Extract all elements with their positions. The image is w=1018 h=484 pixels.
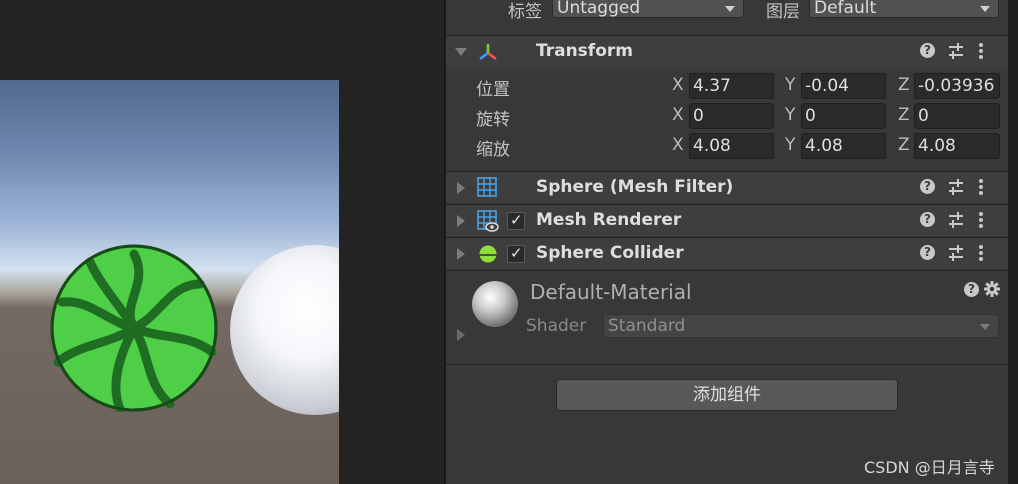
- add-component-button[interactable]: 添加组件: [556, 379, 898, 411]
- kebab-menu-icon[interactable]: [978, 178, 984, 196]
- checkmark-icon: ✓: [510, 244, 523, 262]
- foldout-arrow-icon[interactable]: [455, 48, 467, 56]
- component-header-icons: ?: [920, 41, 1000, 63]
- chevron-down-icon: [980, 6, 990, 12]
- mesh-renderer-enabled-checkbox[interactable]: ✓: [507, 211, 525, 230]
- divider: [446, 364, 1010, 365]
- axis-z-label[interactable]: Z: [898, 135, 910, 155]
- position-x-field[interactable]: 4.37: [689, 73, 774, 99]
- shader-label: Shader: [526, 316, 587, 336]
- mesh-renderer-header[interactable]: ✓ Mesh Renderer ?: [446, 204, 1010, 236]
- help-icon[interactable]: ?: [920, 43, 935, 58]
- chevron-down-icon: [725, 6, 735, 12]
- scale-y-field[interactable]: 4.08: [801, 133, 886, 159]
- transform-title: Transform: [536, 41, 633, 61]
- tag-value: Untagged: [557, 0, 641, 18]
- transform-icon: [479, 44, 497, 60]
- mesh-filter-title: Sphere (Mesh Filter): [536, 177, 734, 197]
- presets-icon[interactable]: [948, 211, 964, 229]
- gear-icon[interactable]: [984, 281, 1000, 297]
- inspector-panel: 标签 Untagged 图层 Default Transform ? 位置 X …: [444, 0, 1010, 484]
- mesh-renderer-title: Mesh Renderer: [536, 210, 682, 230]
- material-section: Default-Material ? Shader Standard: [446, 270, 1010, 353]
- foldout-arrow-icon[interactable]: [457, 329, 465, 341]
- sphere-collider-icon: [479, 245, 497, 263]
- tag-label: 标签: [508, 2, 542, 22]
- component-header-icons: ?: [920, 210, 1000, 232]
- checkmark-icon: ✓: [510, 211, 523, 229]
- rotation-row: 旋转 X 0 Y 0 Z 0: [446, 103, 1010, 131]
- scale-z-field[interactable]: 4.08: [914, 133, 1000, 159]
- material-preview-icon: [472, 281, 518, 327]
- component-header-icons: ?: [920, 177, 1000, 199]
- foldout-arrow-icon[interactable]: [457, 215, 465, 227]
- scale-x-field[interactable]: 4.08: [689, 133, 774, 159]
- axis-x-label[interactable]: X: [672, 135, 684, 155]
- rotation-label: 旋转: [476, 110, 510, 130]
- kebab-menu-icon[interactable]: [978, 244, 984, 262]
- help-icon[interactable]: ?: [920, 179, 935, 194]
- shader-value: Standard: [608, 316, 686, 336]
- watermark: CSDN @日月言寺: [864, 458, 995, 477]
- rotation-z-field[interactable]: 0: [914, 103, 1000, 129]
- transform-header[interactable]: Transform ?: [446, 35, 1010, 67]
- position-label: 位置: [476, 80, 510, 100]
- presets-icon[interactable]: [948, 178, 964, 196]
- scrollbar-track[interactable]: [1008, 0, 1018, 484]
- position-row: 位置 X 4.37 Y -0.04 Z -0.03936: [446, 73, 1010, 101]
- axis-x-label[interactable]: X: [672, 75, 684, 95]
- rotation-x-field[interactable]: 0: [689, 103, 774, 129]
- component-header-icons: ?: [920, 243, 1000, 265]
- scale-label: 缩放: [476, 140, 510, 160]
- shader-dropdown[interactable]: Standard: [603, 314, 999, 338]
- game-view[interactable]: [0, 80, 339, 484]
- scale-row: 缩放 X 4.08 Y 4.08 Z 4.08: [446, 133, 1010, 161]
- layer-value: Default: [814, 0, 877, 18]
- presets-icon[interactable]: [948, 244, 964, 262]
- tag-layer-row: 标签 Untagged 图层 Default: [446, 0, 1010, 24]
- layer-label: 图层: [766, 2, 800, 22]
- sphere-collider-header[interactable]: ✓ Sphere Collider ?: [446, 237, 1010, 269]
- axis-y-label[interactable]: Y: [785, 75, 795, 95]
- material-name: Default-Material: [530, 280, 692, 304]
- mesh-renderer-icon: [477, 210, 499, 232]
- sphere-collider-title: Sphere Collider: [536, 243, 684, 263]
- help-icon[interactable]: ?: [920, 245, 935, 260]
- white-sphere: [230, 245, 339, 415]
- position-z-field[interactable]: -0.03936: [914, 73, 1000, 99]
- kebab-menu-icon[interactable]: [978, 42, 984, 60]
- rotation-y-field[interactable]: 0: [801, 103, 886, 129]
- mesh-filter-icon: [477, 177, 497, 197]
- axis-y-label[interactable]: Y: [785, 135, 795, 155]
- mesh-filter-header[interactable]: Sphere (Mesh Filter) ?: [446, 171, 1010, 203]
- axis-y-label[interactable]: Y: [785, 105, 795, 125]
- help-icon[interactable]: ?: [920, 212, 935, 227]
- watermelon-sphere: [50, 244, 218, 412]
- axis-x-label[interactable]: X: [672, 105, 684, 125]
- axis-z-label[interactable]: Z: [898, 75, 910, 95]
- foldout-arrow-icon[interactable]: [457, 248, 465, 260]
- sphere-collider-enabled-checkbox[interactable]: ✓: [507, 244, 525, 263]
- presets-icon[interactable]: [948, 42, 964, 60]
- tag-dropdown[interactable]: Untagged: [552, 0, 744, 18]
- help-icon[interactable]: ?: [964, 282, 979, 297]
- layer-dropdown[interactable]: Default: [809, 0, 999, 18]
- axis-z-label[interactable]: Z: [898, 105, 910, 125]
- chevron-down-icon: [980, 324, 990, 330]
- kebab-menu-icon[interactable]: [978, 211, 984, 229]
- position-y-field[interactable]: -0.04: [801, 73, 886, 99]
- foldout-arrow-icon[interactable]: [457, 182, 465, 194]
